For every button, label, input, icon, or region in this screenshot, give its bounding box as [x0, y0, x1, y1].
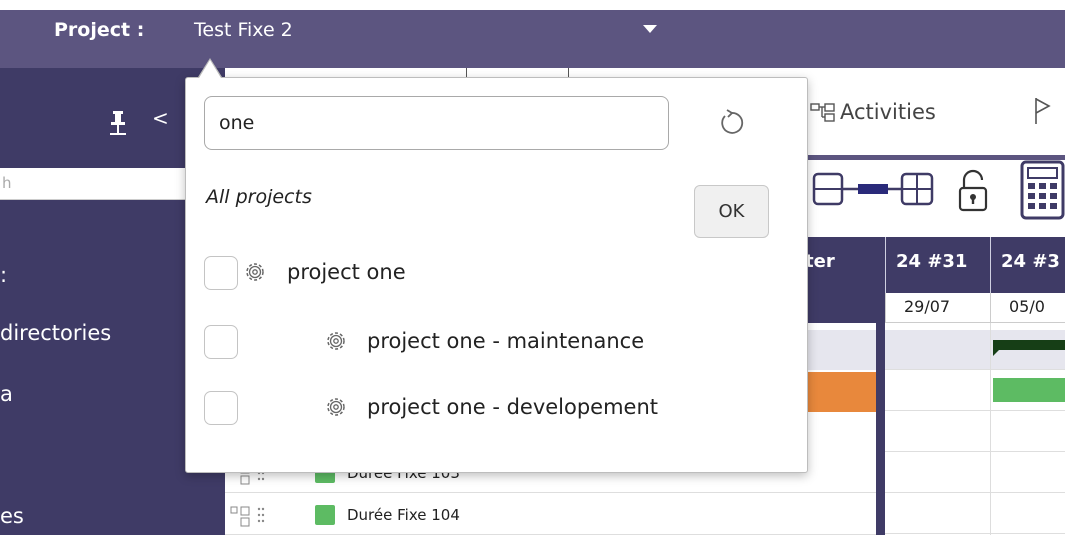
link-tasks-icon[interactable]: [812, 168, 938, 210]
project-option[interactable]: project one - maintenance: [186, 322, 806, 362]
project-checkbox[interactable]: [204, 256, 238, 290]
gantt-gridline: [990, 323, 991, 535]
project-option[interactable]: project one - developement: [186, 388, 806, 428]
gantt-row: [885, 494, 1065, 534]
project-option-label: project one - developement: [367, 395, 659, 419]
sidebar-item-directories[interactable]: directories: [0, 321, 111, 345]
sidebar-search-input[interactable]: h: [0, 168, 200, 200]
lock-icon[interactable]: [956, 168, 990, 212]
project-selector[interactable]: Test Fixe 2: [194, 19, 293, 41]
project-option-label: project one: [287, 260, 406, 284]
week-header: 24 #3: [990, 237, 1065, 293]
project-label: Project :: [54, 19, 145, 41]
week-date: 29/07: [885, 293, 990, 323]
calculator-icon[interactable]: [1020, 160, 1065, 220]
column-header-label: ter: [805, 251, 835, 272]
project-option[interactable]: project one: [186, 253, 806, 293]
gantt-splitter[interactable]: [876, 237, 885, 535]
sidebar-item-1[interactable]: :: [0, 263, 7, 287]
gear-icon: [327, 398, 345, 416]
task-color-swatch: [315, 505, 335, 525]
sidebar-item-4[interactable]: es: [0, 504, 24, 528]
week-date: 05/0: [990, 293, 1065, 323]
gear-icon: [327, 332, 345, 350]
summary-bar[interactable]: [993, 340, 1065, 350]
sidebar-search-placeholder: h: [2, 174, 12, 192]
chevron-down-icon[interactable]: [643, 25, 657, 33]
week-label: 24 #3: [1001, 251, 1060, 272]
gantt-row: [885, 330, 1065, 370]
column-header[interactable]: ter: [800, 237, 876, 323]
collapse-sidebar-icon[interactable]: <: [152, 108, 169, 128]
project-search-input[interactable]: [204, 96, 669, 150]
tab-activities[interactable]: Activities: [810, 100, 936, 124]
sidebar-item-3[interactable]: a: [0, 382, 13, 406]
week-label: 24 #31: [896, 251, 968, 272]
column-subheader: [800, 293, 876, 323]
ok-button[interactable]: OK: [694, 185, 769, 238]
pin-icon[interactable]: [104, 108, 132, 136]
project-checkbox[interactable]: [204, 391, 238, 425]
popup-arrow: [199, 60, 221, 78]
summary-bar-tip: [993, 348, 1001, 356]
week-header: 24 #31: [885, 237, 990, 293]
project-checkbox[interactable]: [204, 325, 238, 359]
gear-icon: [246, 263, 264, 281]
task-name[interactable]: Durée Fixe 104: [347, 506, 460, 524]
flag-icon[interactable]: [1033, 96, 1053, 126]
gantt-row: [885, 453, 1065, 493]
week-date-label: 05/0: [1009, 297, 1045, 316]
project-selector-popup: All projects OK project one project one …: [185, 77, 808, 473]
tab-activities-label: Activities: [840, 100, 936, 124]
week-date-label: 29/07: [904, 297, 951, 316]
task-bar[interactable]: [993, 378, 1065, 402]
gantt-row: [885, 412, 1065, 452]
top-bar: Project : Test Fixe 2: [0, 10, 1065, 68]
task-row[interactable]: Durée Fixe 104: [225, 495, 876, 535]
task-tree-icon: [230, 506, 265, 527]
activities-icon: [810, 103, 835, 122]
reset-icon[interactable]: [716, 108, 746, 138]
all-projects-label[interactable]: All projects: [206, 186, 312, 208]
project-option-label: project one - maintenance: [367, 329, 645, 353]
